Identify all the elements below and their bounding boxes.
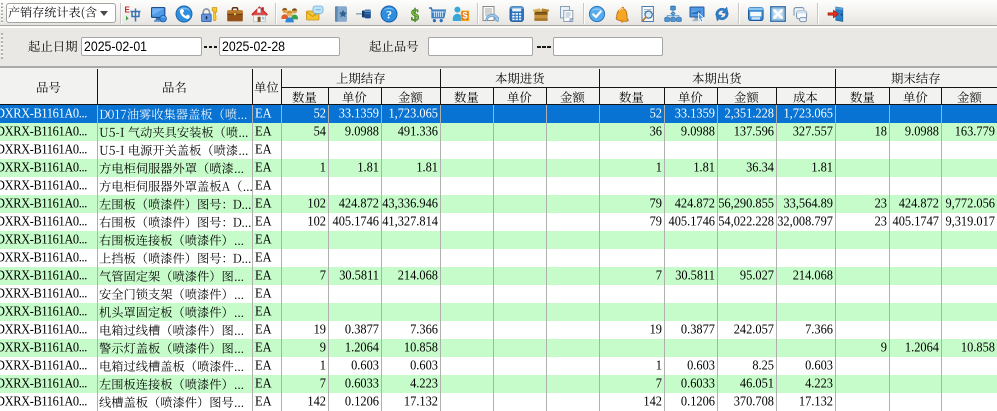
- svg-text:?: ?: [386, 8, 392, 22]
- svg-text:$: $: [411, 6, 420, 24]
- svg-text:$: $: [462, 11, 468, 22]
- svg-text:E: E: [125, 6, 131, 15]
